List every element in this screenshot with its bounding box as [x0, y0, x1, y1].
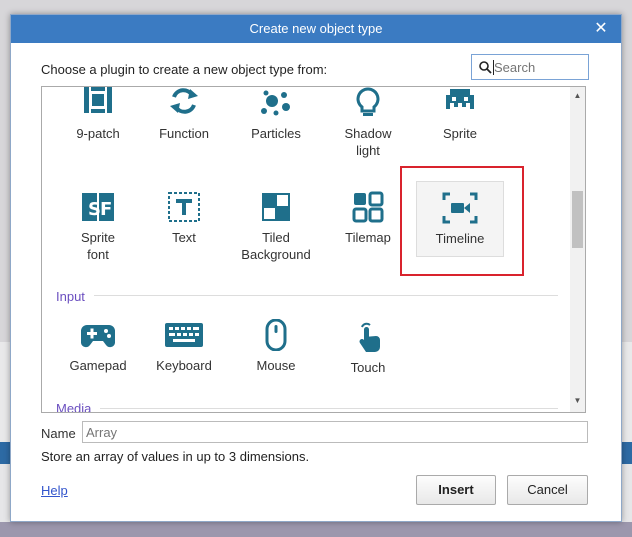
- dialog-title: Create new object type: [249, 21, 383, 36]
- dialog-titlebar: Create new object type: [11, 15, 621, 43]
- plugin-label: Mouse: [256, 358, 296, 373]
- plugin-list[interactable]: 9-patch Function Particles Shadow light …: [41, 86, 586, 413]
- plugin-tiled-background[interactable]: Tiled Background: [232, 191, 320, 269]
- gamepad-icon: [81, 325, 115, 348]
- plugin-shadow-light[interactable]: Shadow light: [324, 87, 412, 165]
- plugin-touch[interactable]: Touch: [324, 319, 412, 397]
- particles-icon: [261, 90, 290, 116]
- plugin-label: Keyboard: [156, 358, 212, 373]
- plugin-gamepad[interactable]: Gamepad: [54, 319, 142, 397]
- timeline-camera-icon: [442, 192, 478, 224]
- background-strip: [0, 522, 632, 537]
- plugin-label: 9-patch: [76, 126, 120, 141]
- section-divider: [100, 408, 558, 409]
- touch-icon: [359, 322, 380, 352]
- plugin-text[interactable]: Text: [140, 191, 228, 269]
- tilemap-icon: [352, 191, 384, 223]
- plugin-label: Text: [172, 230, 196, 245]
- text-icon: [168, 192, 200, 222]
- scroll-up-icon[interactable]: ▲: [570, 91, 585, 103]
- svg-text:F: F: [100, 199, 112, 220]
- insert-button[interactable]: Insert: [416, 475, 496, 505]
- plugin-label: Function: [159, 126, 209, 141]
- section-input-label: Input: [56, 289, 85, 304]
- dialog-prompt: Choose a plugin to create a new object t…: [41, 62, 328, 77]
- cancel-button[interactable]: Cancel: [507, 475, 588, 505]
- search-icon: [479, 61, 492, 74]
- scroll-thumb[interactable]: [572, 191, 583, 248]
- plugin-label: Sprite: [443, 126, 477, 141]
- sprite-font-icon: S F: [82, 193, 114, 221]
- section-divider: [94, 295, 558, 296]
- plugin-function[interactable]: Function: [140, 87, 228, 165]
- mouse-icon: [265, 319, 287, 351]
- plugin-mouse[interactable]: Mouse: [232, 319, 320, 397]
- plugin-sprite[interactable]: Sprite: [416, 87, 504, 165]
- name-field[interactable]: [82, 421, 588, 443]
- keyboard-icon: [165, 323, 203, 347]
- search-field[interactable]: [471, 54, 589, 80]
- search-input[interactable]: [494, 58, 584, 76]
- tiled-background-icon: [262, 193, 290, 221]
- plugin-label: Gamepad: [69, 358, 127, 373]
- plugin-label: Touch: [350, 360, 386, 375]
- plugin-label: Tilemap: [345, 230, 391, 245]
- plugin-label: Tiled Background: [241, 230, 311, 262]
- plugin-description: Store an array of values in up to 3 dime…: [41, 449, 310, 464]
- plugin-timeline[interactable]: Timeline: [416, 181, 504, 257]
- plugin-9-patch[interactable]: 9-patch: [54, 87, 142, 165]
- plugin-tilemap[interactable]: Tilemap: [324, 191, 412, 269]
- close-icon[interactable]: ✕: [591, 19, 611, 39]
- function-icon: [170, 88, 198, 114]
- plugin-label: Particles: [251, 126, 301, 141]
- help-link[interactable]: Help: [41, 483, 68, 498]
- plugin-label: Sprite font: [81, 230, 115, 262]
- plugin-particles[interactable]: Particles: [232, 87, 320, 165]
- plugin-list-scrollbar[interactable]: ▲ ▼: [570, 87, 585, 412]
- plugin-keyboard[interactable]: Keyboard: [140, 319, 228, 397]
- name-label: Name: [41, 426, 76, 441]
- create-object-dialog: Create new object type ✕ Choose a plugin…: [10, 14, 622, 522]
- plugin-sprite-font[interactable]: S F Sprite font: [54, 191, 142, 269]
- plugin-label: Shadow light: [344, 126, 392, 158]
- sprite-invader-icon: [446, 89, 474, 109]
- nine-patch-icon: [84, 87, 112, 113]
- section-media-label: Media: [56, 401, 92, 413]
- lightbulb-icon: [356, 87, 380, 116]
- plugin-label: Timeline: [435, 231, 485, 246]
- scroll-down-icon[interactable]: ▼: [570, 396, 585, 408]
